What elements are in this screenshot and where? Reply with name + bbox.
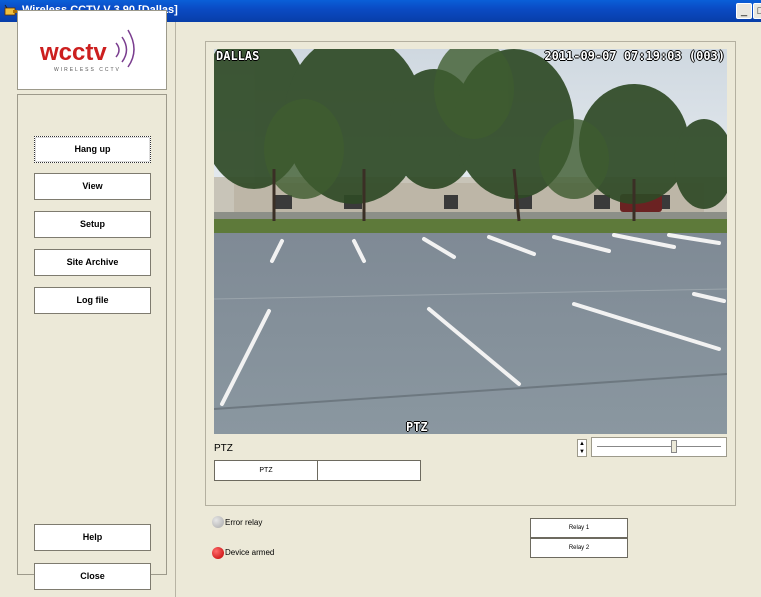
relay-1-button[interactable]: Relay 1: [530, 518, 628, 538]
log-file-button[interactable]: Log file: [34, 287, 151, 314]
app-icon: [4, 4, 17, 16]
device-armed-label: Device armed: [225, 548, 275, 557]
site-archive-button[interactable]: Site Archive: [34, 249, 151, 276]
spin-up-icon[interactable]: ▲: [578, 440, 586, 448]
minimize-button[interactable]: _: [736, 3, 752, 19]
ptz-spinner[interactable]: ▲ ▼: [577, 439, 587, 457]
logo: wcctv WIRELESS CCTV: [17, 10, 167, 90]
close-button[interactable]: Close: [34, 563, 151, 590]
spin-down-icon[interactable]: ▼: [578, 448, 586, 456]
error-relay-label: Error relay: [225, 518, 263, 527]
camera-image: [214, 49, 727, 434]
setup-button[interactable]: Setup: [34, 211, 151, 238]
error-relay-indicator: [212, 516, 224, 528]
ptz-slider[interactable]: [591, 437, 727, 457]
maximize-button[interactable]: □: [753, 3, 761, 19]
slider-thumb[interactable]: [671, 440, 678, 453]
device-armed-indicator: [212, 547, 224, 559]
logo-tagline: WIRELESS CCTV: [54, 67, 121, 73]
ptz-overlay: PTZ: [406, 420, 428, 434]
site-overlay: DALLAS: [216, 49, 260, 63]
ptz-tab[interactable]: PTZ: [214, 460, 318, 481]
slider-track: [597, 446, 721, 450]
view-button[interactable]: View: [34, 173, 151, 200]
help-button[interactable]: Help: [34, 524, 151, 551]
logo-brand-text: wcctv: [39, 39, 107, 66]
hang-up-button[interactable]: Hang up: [34, 136, 151, 163]
ptz-label: PTZ: [214, 443, 233, 454]
ptz-tab-blank[interactable]: [317, 460, 421, 481]
nav-panel: [17, 94, 167, 575]
camera-feed[interactable]: DALLAS 2011-09-07 07:19:03 (003) PTZ: [214, 49, 727, 434]
logo-graphic: wcctv WIRELESS CCTV: [39, 29, 135, 73]
timestamp-overlay: 2011-09-07 07:19:03 (003): [544, 49, 725, 63]
relay-2-button[interactable]: Relay 2: [530, 538, 628, 558]
